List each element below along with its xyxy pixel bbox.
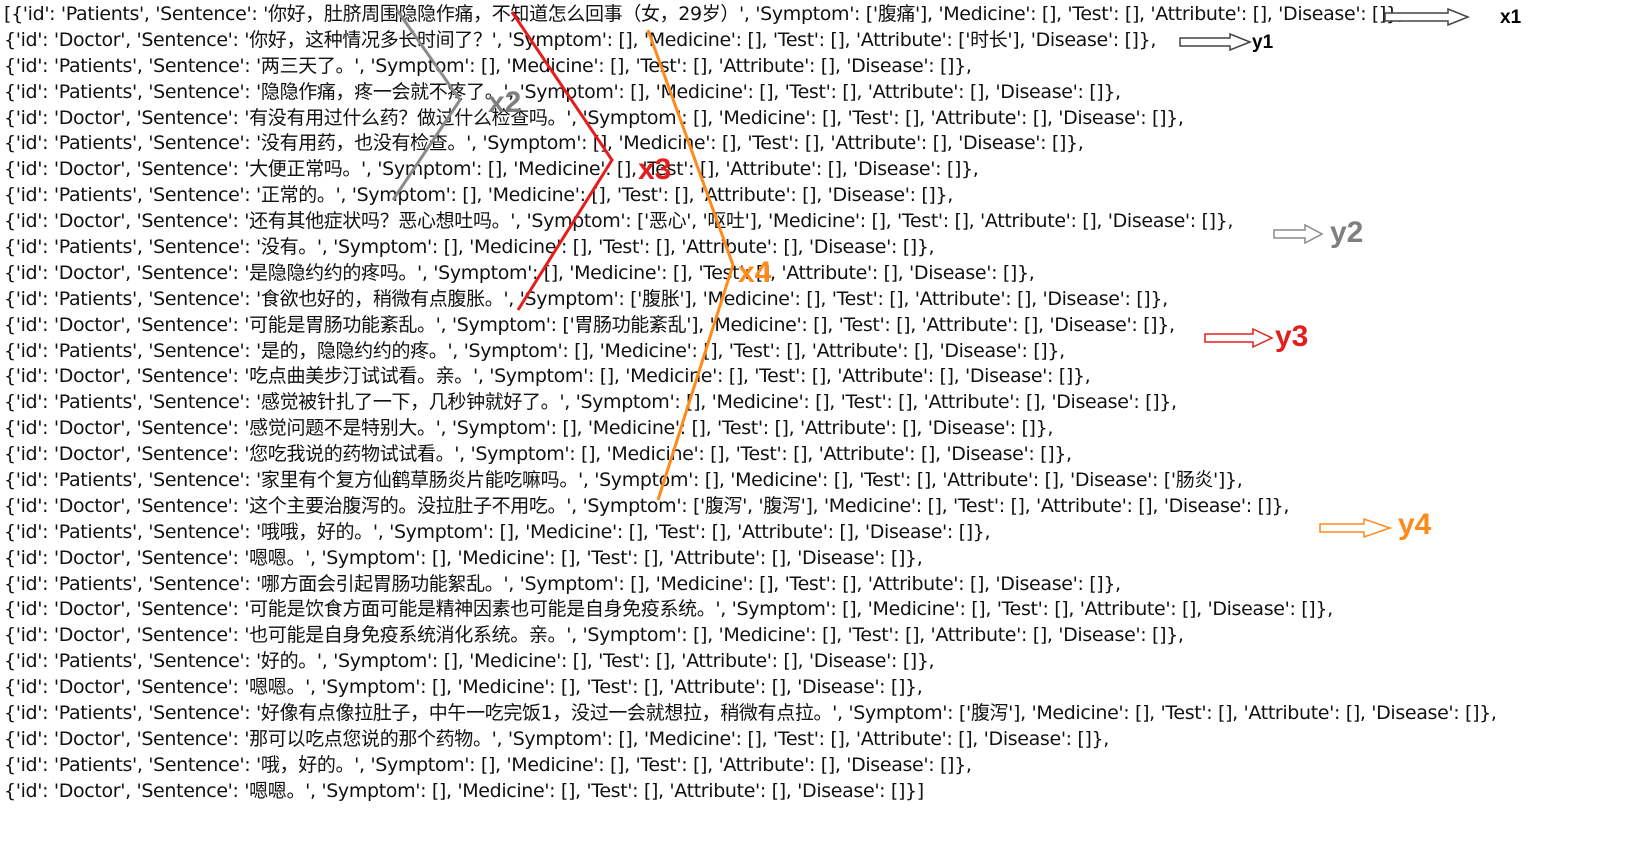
label-x1: x1: [1500, 7, 1522, 28]
label-x2: x2: [488, 86, 522, 119]
label-y3: y3: [1275, 320, 1309, 353]
label-y1: y1: [1252, 32, 1274, 53]
label-y2: y2: [1330, 216, 1364, 249]
arrow-y2: [1273, 223, 1324, 245]
gray-bracket-x2: [391, 9, 462, 201]
arrow-y4: [1319, 517, 1393, 539]
arrow-x1: [1384, 7, 1471, 27]
orange-bracket-x4: [646, 29, 735, 501]
annotation-overlay: [391, 7, 1471, 539]
label-x3: x3: [638, 153, 672, 186]
label-x4: x4: [738, 256, 772, 289]
arrow-y1: [1179, 32, 1253, 52]
label-y4: y4: [1398, 508, 1432, 541]
arrow-y3: [1204, 327, 1274, 349]
red-bracket-x3: [510, 11, 614, 311]
